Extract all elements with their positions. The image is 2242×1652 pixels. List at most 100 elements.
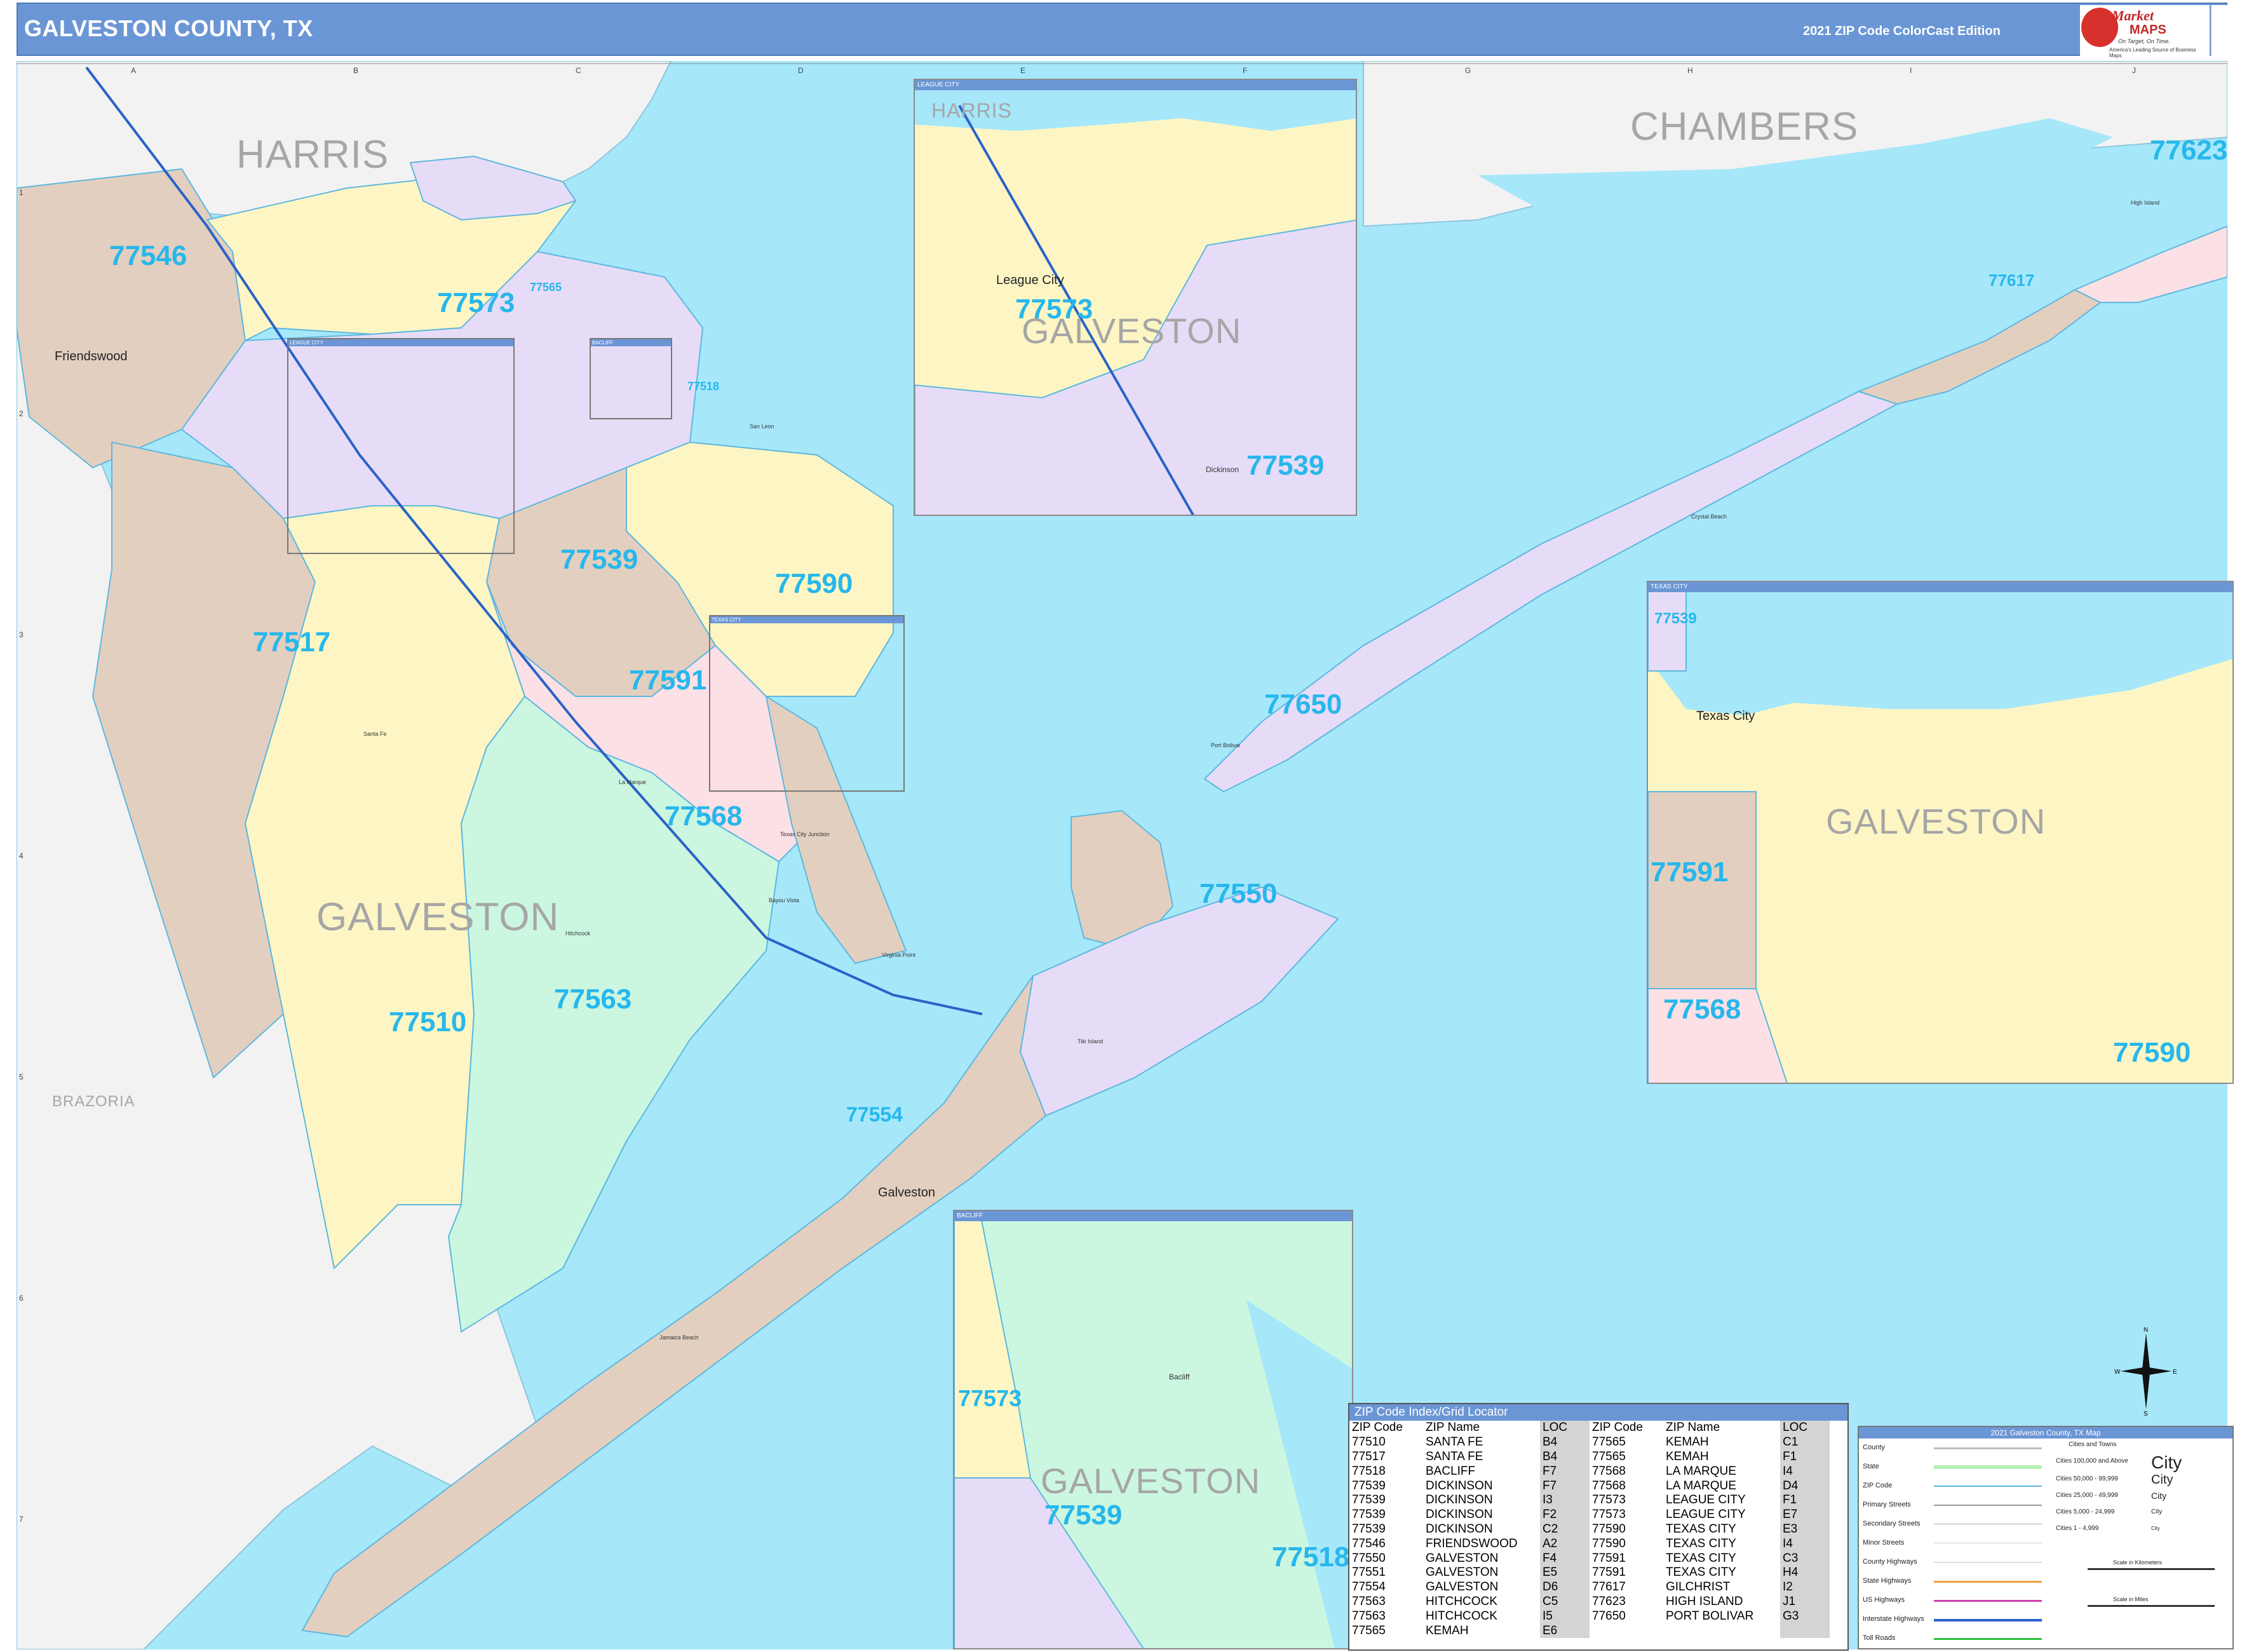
zip-index-cell: TEXAS CITY: [1666, 1536, 1736, 1550]
locator-frame-texas-city[interactable]: TEXAS CITY: [709, 615, 905, 792]
zip-index-cell: [1590, 1623, 1663, 1638]
zip-index-row: 77546 FRIENDSWOOD A2 77590 TEXAS CITY I4: [1349, 1536, 1830, 1552]
zip-index-cell: A2: [1540, 1536, 1590, 1552]
edition-label: 2021 ZIP Code ColorCast Edition: [1803, 24, 2001, 38]
zip-index-table: ZIP Code Index/Grid Locator ZIP Code ZIP…: [1348, 1403, 1849, 1651]
legend-sample-1: City: [2151, 1452, 2182, 1472]
zip-index-row: 77510 SANTA FE B4 77565 KEMAH C1: [1349, 1435, 1830, 1450]
inset-league-city[interactable]: LEAGUE CITY HARRIS GALVESTON League City…: [914, 79, 1357, 516]
zip-index-cell: 77591: [1592, 1551, 1626, 1565]
county-label-galveston: GALVESTON: [316, 895, 560, 939]
legend-tier-2: Cities 50,000 - 99,999: [2056, 1475, 2118, 1482]
legend-row-state: State: [1863, 1463, 1879, 1470]
legend-line-county: [1934, 1447, 2042, 1449]
index-header-loc: LOC: [1540, 1421, 1590, 1435]
legend-row-primary: Primary Streets: [1863, 1501, 1911, 1508]
zip-index-cell: FRIENDSWOOD: [1426, 1536, 1518, 1550]
zip-index-cell: KEMAH: [1666, 1449, 1709, 1463]
compass-w: W: [2114, 1369, 2121, 1376]
zip-index-cell: J1: [1780, 1594, 1830, 1609]
zip-index-cell: F7: [1540, 1464, 1590, 1479]
city-label-galveston: Galveston: [878, 1186, 936, 1200]
zip-index-cell: 77565: [1592, 1449, 1626, 1463]
zip-index-cell: DICKINSON: [1426, 1522, 1493, 1536]
zip-label-77623: 77623: [2150, 135, 2228, 166]
inset-bacliff[interactable]: BACLIFF GALVESTON Bacliff 77573 77539 77…: [953, 1210, 1353, 1649]
zip-index-cell: 77539: [1352, 1493, 1386, 1507]
zip-index-row: 77539 DICKINSON C2 77590 TEXAS CITY E3: [1349, 1522, 1830, 1537]
city-label-jamaica-beach: Jamaica Beach: [659, 1334, 699, 1341]
logo-tagline: On Target, On Time.: [2118, 38, 2170, 44]
zip-index-cell: SANTA FE: [1426, 1435, 1483, 1449]
grid-col-b: B: [353, 66, 359, 75]
grid-col-j: J: [2132, 66, 2136, 75]
zip-index-grid: ZIP Code ZIP Name LOC ZIP Code ZIP Name …: [1349, 1421, 1830, 1638]
zip-index-row: 77550 GALVESTON F4 77591 TEXAS CITY C3: [1349, 1551, 1830, 1566]
locator-frame-league-city[interactable]: LEAGUE CITY: [287, 338, 515, 554]
zip-index-cell: I2: [1780, 1580, 1830, 1595]
zip-index-cell: 77517: [1352, 1449, 1386, 1463]
inset-texas-city-zip-a: 77539: [1654, 610, 1697, 627]
inset-league-city-city2: Dickinson: [1206, 465, 1239, 474]
grid-row-6: 6: [19, 1294, 24, 1303]
zip-index-row: 77539 DICKINSON F2 77573 LEAGUE CITY E7: [1349, 1507, 1830, 1522]
zip-index-cell: 77590: [1592, 1536, 1626, 1550]
legend-row-zip: ZIP Code: [1863, 1482, 1893, 1489]
legend-row-county: County: [1863, 1444, 1885, 1451]
zip-index-cell: GALVESTON: [1426, 1551, 1499, 1565]
grid-col-a: A: [131, 66, 137, 75]
zip-index-cell: LEAGUE CITY: [1666, 1493, 1746, 1507]
legend-tier-5: Cities 1 - 4,999: [2056, 1525, 2099, 1532]
inset-league-city-county-top: HARRIS: [931, 99, 1012, 122]
inset-bacliff-county: GALVESTON: [1041, 1461, 1261, 1501]
legend-row-secondary: Secondary Streets: [1863, 1520, 1921, 1527]
zip-index-cell: GILCHRIST: [1666, 1580, 1731, 1594]
zip-index-cell: TEXAS CITY: [1666, 1566, 1736, 1580]
grid-row-7: 7: [19, 1515, 24, 1524]
compass-e: E: [2173, 1369, 2177, 1376]
logo-tagline-2: America's Leading Source of Business Map…: [2109, 47, 2196, 58]
zip-index-cell: HIGH ISLAND: [1666, 1594, 1743, 1608]
zip-index-header-row: ZIP Code ZIP Name LOC ZIP Code ZIP Name …: [1349, 1421, 1830, 1435]
grid-col-g: G: [1465, 66, 1471, 75]
legend-line-county-hwy: [1934, 1562, 2042, 1563]
zip-index-row: 77539 DICKINSON I3 77573 LEAGUE CITY F1: [1349, 1493, 1830, 1508]
zip-index-cell: E7: [1780, 1507, 1830, 1522]
zip-index-cell: 77539: [1352, 1508, 1386, 1522]
grid-row-4: 4: [19, 851, 24, 860]
city-label-high-island: High Island: [2131, 200, 2160, 206]
grid-row-5: 5: [19, 1073, 24, 1081]
zip-index-cell: 77550: [1352, 1551, 1386, 1565]
zip-label-77550: 77550: [1199, 878, 1278, 909]
zip-label-77590: 77590: [775, 568, 853, 599]
inset-texas-city[interactable]: TEXAS CITY GALVESTON Texas City 77539 77…: [1647, 581, 2234, 1084]
index-header-zip-2: ZIP Code: [1592, 1421, 1643, 1435]
zip-index-row: 77554 GALVESTON D6 77617 GILCHRIST I2: [1349, 1580, 1830, 1595]
zip-index-cell: 77617: [1592, 1580, 1626, 1594]
zip-label-77517: 77517: [253, 626, 331, 658]
zip-index-cell: C5: [1540, 1594, 1590, 1609]
zip-index-cell: SANTA FE: [1426, 1449, 1483, 1463]
zip-index-cell: D6: [1540, 1580, 1590, 1595]
grid-col-h: H: [1687, 66, 1693, 75]
county-label-chambers: CHAMBERS: [1630, 105, 1859, 149]
legend-row-county-hwy: County Highways: [1863, 1558, 1917, 1566]
zip-index-cell: E6: [1540, 1623, 1590, 1638]
grid-row-3: 3: [19, 630, 24, 639]
zip-index-cell: C3: [1780, 1551, 1830, 1566]
zip-index-cell: 77573: [1592, 1493, 1626, 1507]
map-legend: 2021 Galveston County, TX Map County Sta…: [1858, 1426, 2234, 1649]
legend-sample-4: City: [2151, 1508, 2163, 1515]
zip-index-cell: I4: [1780, 1464, 1830, 1479]
locator-label-bacliff: BACLIFF: [591, 339, 671, 346]
inset-texas-city-zip-b: 77591: [1651, 856, 1729, 888]
zip-index-cell: H4: [1780, 1565, 1830, 1580]
locator-frame-bacliff[interactable]: BACLIFF: [590, 338, 672, 419]
zip-index-cell: 77510: [1352, 1435, 1386, 1449]
legend-line-toll: [1934, 1638, 2042, 1640]
county-label-harris: HARRIS: [236, 133, 389, 177]
zip-index-cell: 77546: [1352, 1536, 1386, 1550]
grid-col-f: F: [1243, 66, 1248, 75]
city-label-hitchcock: Hitchcock: [565, 930, 591, 937]
legend-cities-header: Cities and Towns: [2069, 1441, 2117, 1448]
